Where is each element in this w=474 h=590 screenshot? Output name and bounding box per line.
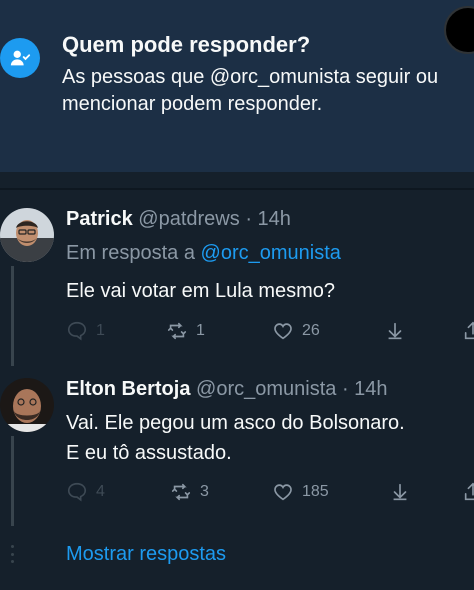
retweet-icon bbox=[171, 483, 191, 501]
tweet-thread-view: Quem pode responder? As pessoas que @orc… bbox=[0, 0, 474, 590]
reply-icon bbox=[67, 482, 87, 502]
share-button[interactable] bbox=[462, 320, 474, 342]
share-button[interactable] bbox=[462, 481, 474, 503]
tweet-header: Patrick @patdrews · 14h bbox=[66, 208, 291, 231]
reply-icon bbox=[67, 321, 87, 341]
divider bbox=[0, 188, 474, 190]
retweet-icon bbox=[167, 322, 187, 340]
arrow-down-icon bbox=[393, 483, 407, 501]
thread-line bbox=[11, 266, 14, 366]
retweet-count: 3 bbox=[200, 483, 209, 500]
banner-title: Quem pode responder? bbox=[62, 32, 311, 57]
tweet-time[interactable]: · 14h bbox=[245, 208, 291, 230]
author-name[interactable]: Patrick bbox=[66, 208, 133, 230]
tweet-actions: 1 1 26 bbox=[66, 320, 474, 342]
share-icon bbox=[464, 321, 474, 340]
heart-icon bbox=[274, 323, 292, 340]
reply-context: Em resposta a @orc_omunista bbox=[66, 242, 341, 265]
arrow-down-icon bbox=[388, 322, 402, 340]
tweet-header: Elton Bertoja @orc_omunista · 14h bbox=[66, 378, 388, 401]
reply-handle-link[interactable]: @orc_omunista bbox=[201, 242, 341, 264]
tweet-time[interactable]: · 14h bbox=[342, 378, 388, 400]
profile-button[interactable] bbox=[444, 6, 474, 54]
show-replies-link[interactable]: Mostrar respostas bbox=[66, 543, 226, 566]
tweet-text: Ele vai votar em Lula mesmo? bbox=[66, 280, 336, 302]
tweet-actions: 4 3 185 bbox=[66, 481, 474, 503]
retweet-count: 1 bbox=[196, 322, 205, 339]
reply-count: 4 bbox=[96, 483, 105, 500]
reply-count: 1 bbox=[96, 322, 105, 339]
reply-button[interactable]: 4 bbox=[66, 481, 105, 503]
reply-button[interactable]: 1 bbox=[66, 320, 105, 342]
tweet-text-line-1: Vai. Ele pegou um asco do Bolsonaro. bbox=[66, 412, 405, 434]
downvote-button[interactable] bbox=[384, 320, 406, 342]
author-name[interactable]: Elton Bertoja bbox=[66, 378, 190, 400]
share-icon bbox=[464, 482, 474, 501]
tweet-text-line-2: E eu tô assustado. bbox=[66, 442, 232, 464]
avatar[interactable] bbox=[0, 378, 54, 432]
retweet-button[interactable]: 1 bbox=[166, 320, 205, 342]
like-count: 26 bbox=[302, 322, 320, 339]
avatar[interactable] bbox=[0, 208, 54, 262]
retweet-button[interactable]: 3 bbox=[170, 481, 209, 503]
reply-prefix: Em resposta a bbox=[66, 242, 195, 264]
heart-icon bbox=[274, 484, 292, 501]
more-dots-icon bbox=[11, 545, 15, 563]
like-button[interactable]: 26 bbox=[272, 320, 320, 342]
thread-line bbox=[11, 436, 14, 526]
person-check-icon bbox=[0, 38, 40, 78]
like-button[interactable]: 185 bbox=[272, 481, 329, 503]
author-handle[interactable]: @orc_omunista bbox=[196, 378, 336, 400]
downvote-button[interactable] bbox=[389, 481, 411, 503]
banner-text: As pessoas que @orc_omunista seguir ou m… bbox=[62, 66, 439, 115]
reply-restriction-banner: Quem pode responder? As pessoas que @orc… bbox=[0, 0, 474, 172]
author-handle[interactable]: @patdrews bbox=[138, 208, 239, 230]
like-count: 185 bbox=[302, 483, 329, 500]
